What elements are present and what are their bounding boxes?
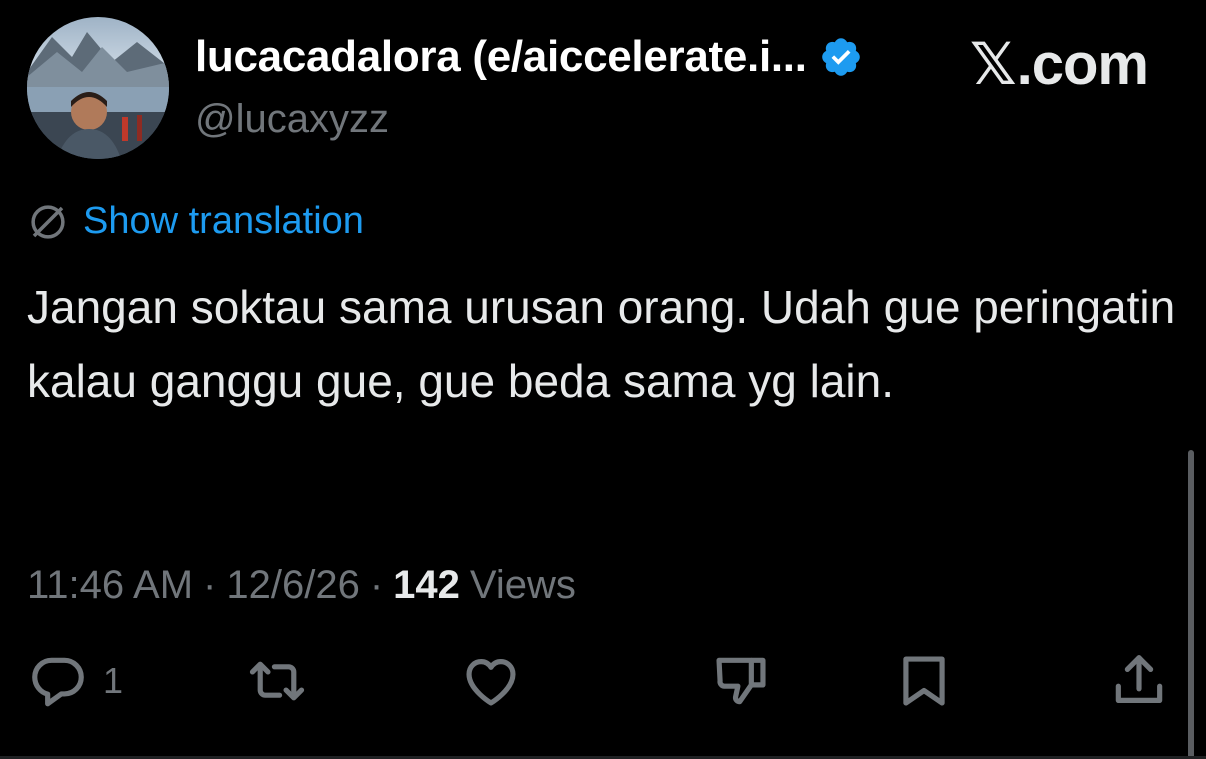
avatar-photo <box>27 32 169 159</box>
bookmark-icon <box>903 656 945 706</box>
tweet-time[interactable]: 11:46 AM <box>27 563 193 608</box>
user-handle[interactable]: @lucaxyzz <box>195 97 389 142</box>
retweet-icon <box>249 661 305 701</box>
thumbs-down-icon <box>716 657 766 705</box>
reply-count: 1 <box>103 660 124 701</box>
tweet-date[interactable]: 12/6/26 <box>226 563 359 608</box>
action-bar: 1 <box>0 650 1206 730</box>
reply-button[interactable]: 1 <box>27 650 123 712</box>
reply-icon <box>32 657 84 707</box>
dislike-button[interactable] <box>710 650 772 712</box>
share-button[interactable] <box>1108 650 1170 712</box>
meta-separator: · <box>369 563 384 607</box>
like-button[interactable] <box>460 650 522 712</box>
globe-icon <box>31 204 65 239</box>
brand-domain: .com <box>1016 31 1149 97</box>
x-logo: 𝕏 .com <box>969 30 1149 98</box>
verified-badge-icon <box>819 35 863 79</box>
heart-icon <box>466 659 516 706</box>
retweet-button[interactable] <box>246 650 308 712</box>
tweet-text: Jangan soktau sama urusan orang. Udah gu… <box>27 281 1176 407</box>
bookmark-button[interactable] <box>893 650 955 712</box>
display-name[interactable]: lucacadalora (e/aiccelerate.i... <box>195 32 807 82</box>
scrollbar[interactable] <box>1188 450 1194 759</box>
views-count: 142 <box>393 563 460 607</box>
show-translation-link[interactable]: Show translation <box>83 200 364 243</box>
meta-separator: · <box>203 563 217 607</box>
avatar[interactable] <box>27 17 169 159</box>
share-icon <box>1115 655 1163 703</box>
translate-row[interactable]: Show translation <box>27 200 364 243</box>
author-row: lucacadalora (e/aiccelerate.i... <box>195 32 863 82</box>
x-icon: 𝕏 <box>969 30 1017 98</box>
tweet-meta: 11:46 AM · 12/6/26 · 142 Views <box>27 563 576 608</box>
views-label: Views <box>469 563 576 607</box>
